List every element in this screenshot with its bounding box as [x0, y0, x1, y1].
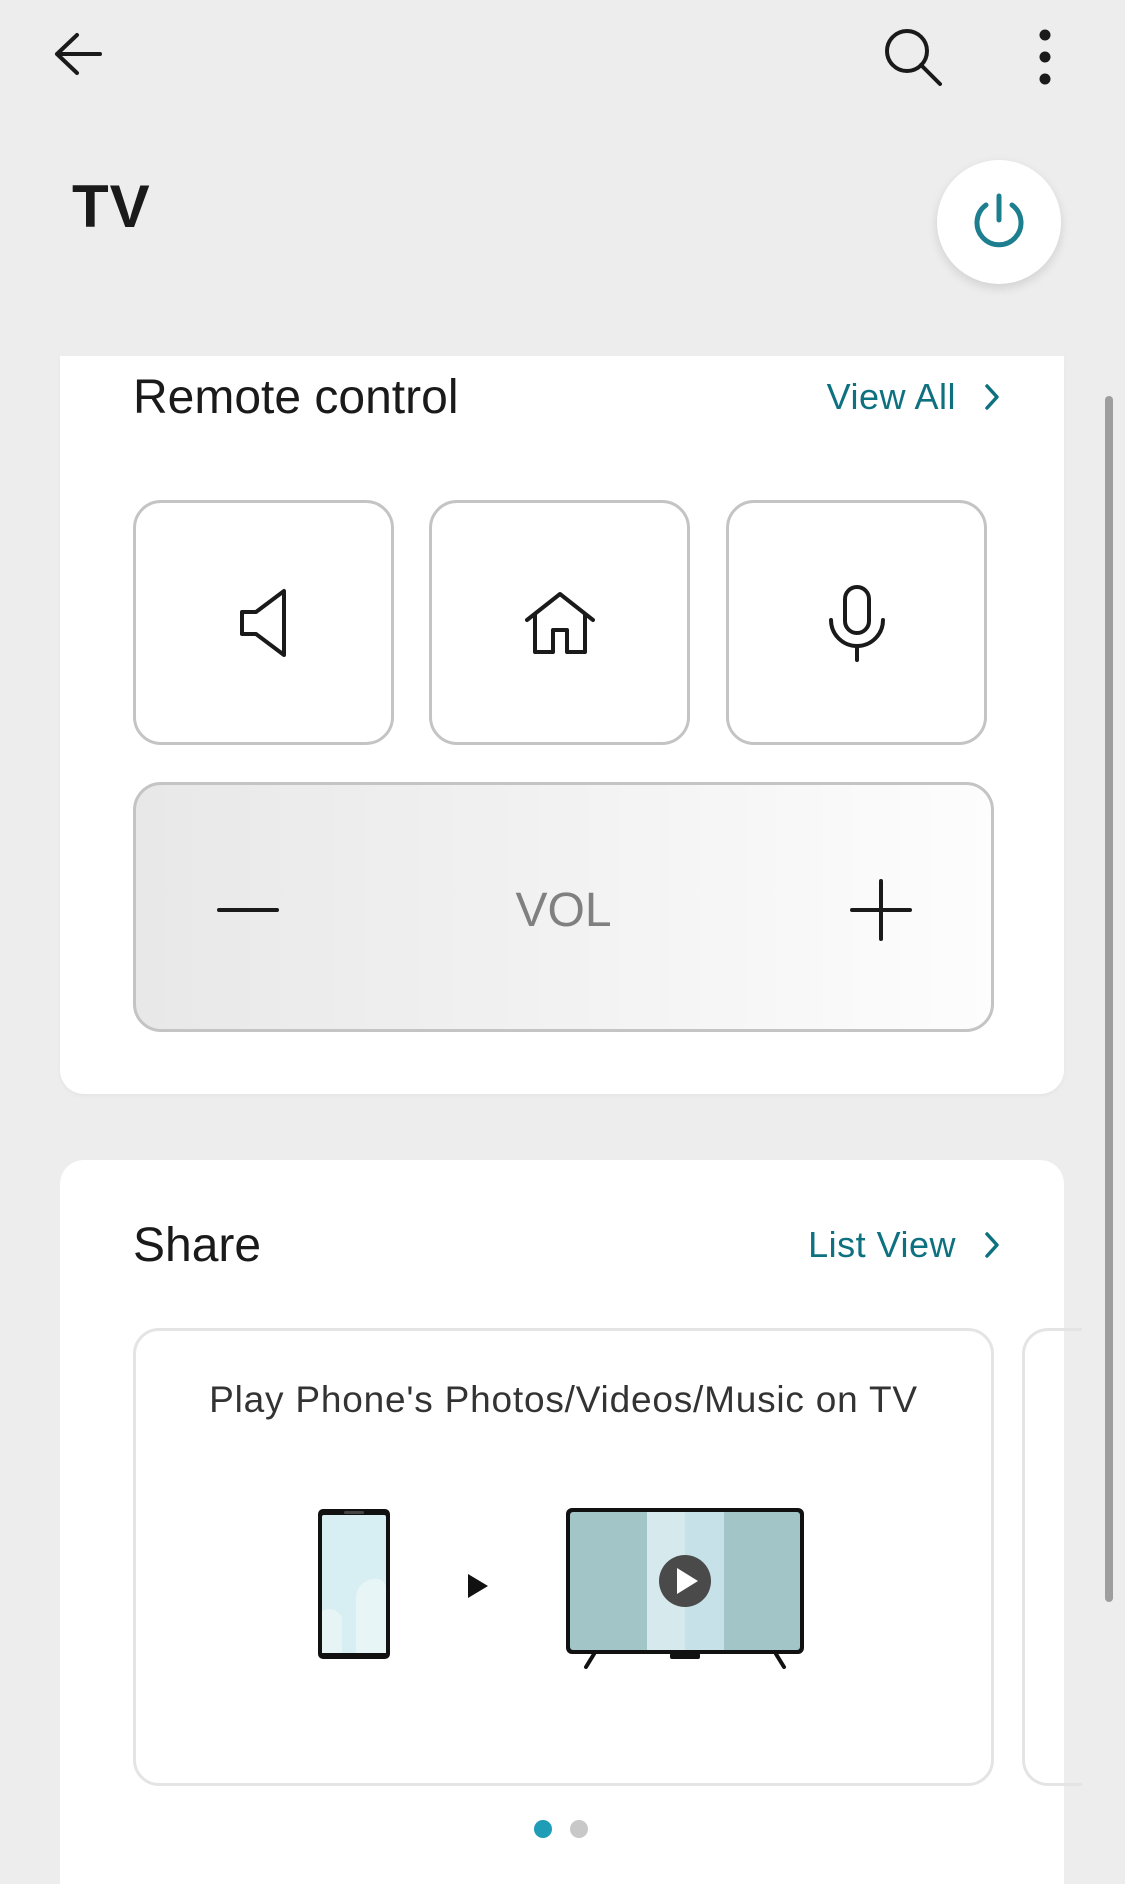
microphone-icon [828, 584, 885, 662]
tv-icon [566, 1508, 804, 1669]
top-app-bar [0, 0, 1125, 110]
voice-button[interactable] [726, 500, 987, 745]
more-vertical-icon [1039, 29, 1051, 85]
back-button[interactable] [48, 24, 108, 84]
page-indicator [534, 1820, 588, 1838]
chevron-right-icon [985, 384, 999, 410]
list-view-link[interactable]: List View [808, 1224, 1000, 1266]
page-indicator-dot [570, 1820, 588, 1838]
share-title: Share [133, 1219, 262, 1272]
share-item-title: Play Phone's Photos/Videos/Music on TV [209, 1379, 918, 1420]
page-title: TV [72, 173, 151, 240]
scrollbar[interactable] [1105, 396, 1113, 1602]
share-item-next-peek[interactable] [1022, 1328, 1082, 1786]
share-card: Share List View Play Phone's Photos/Vide… [60, 1160, 1082, 1884]
mute-button[interactable] [133, 500, 394, 745]
remote-control-card: Remote control View All VOL [60, 356, 1064, 1094]
search-icon [885, 29, 942, 86]
home-button[interactable] [429, 500, 690, 745]
plus-icon [850, 879, 912, 941]
home-icon [524, 591, 595, 654]
list-view-label: List View [808, 1224, 956, 1265]
search-button[interactable] [878, 22, 948, 92]
power-button[interactable] [937, 160, 1061, 284]
share-item-play-media[interactable]: Play Phone's Photos/Videos/Music on TV [133, 1328, 994, 1786]
remote-control-title: Remote control [133, 371, 459, 424]
phone-icon [318, 1509, 390, 1659]
more-options-button[interactable] [1020, 22, 1070, 92]
power-icon [974, 193, 1024, 248]
view-all-label: View All [826, 376, 956, 417]
play-arrow-icon [468, 1574, 488, 1598]
volume-control: VOL [133, 782, 994, 1032]
arrow-left-icon [55, 33, 102, 75]
phone-to-tv-illustration [316, 1499, 816, 1684]
page-indicator-dot-active [534, 1820, 552, 1838]
volume-up-button[interactable] [831, 860, 931, 960]
mute-speaker-icon [239, 588, 286, 657]
chevron-right-icon [985, 1232, 999, 1258]
view-all-link[interactable]: View All [827, 376, 1000, 418]
